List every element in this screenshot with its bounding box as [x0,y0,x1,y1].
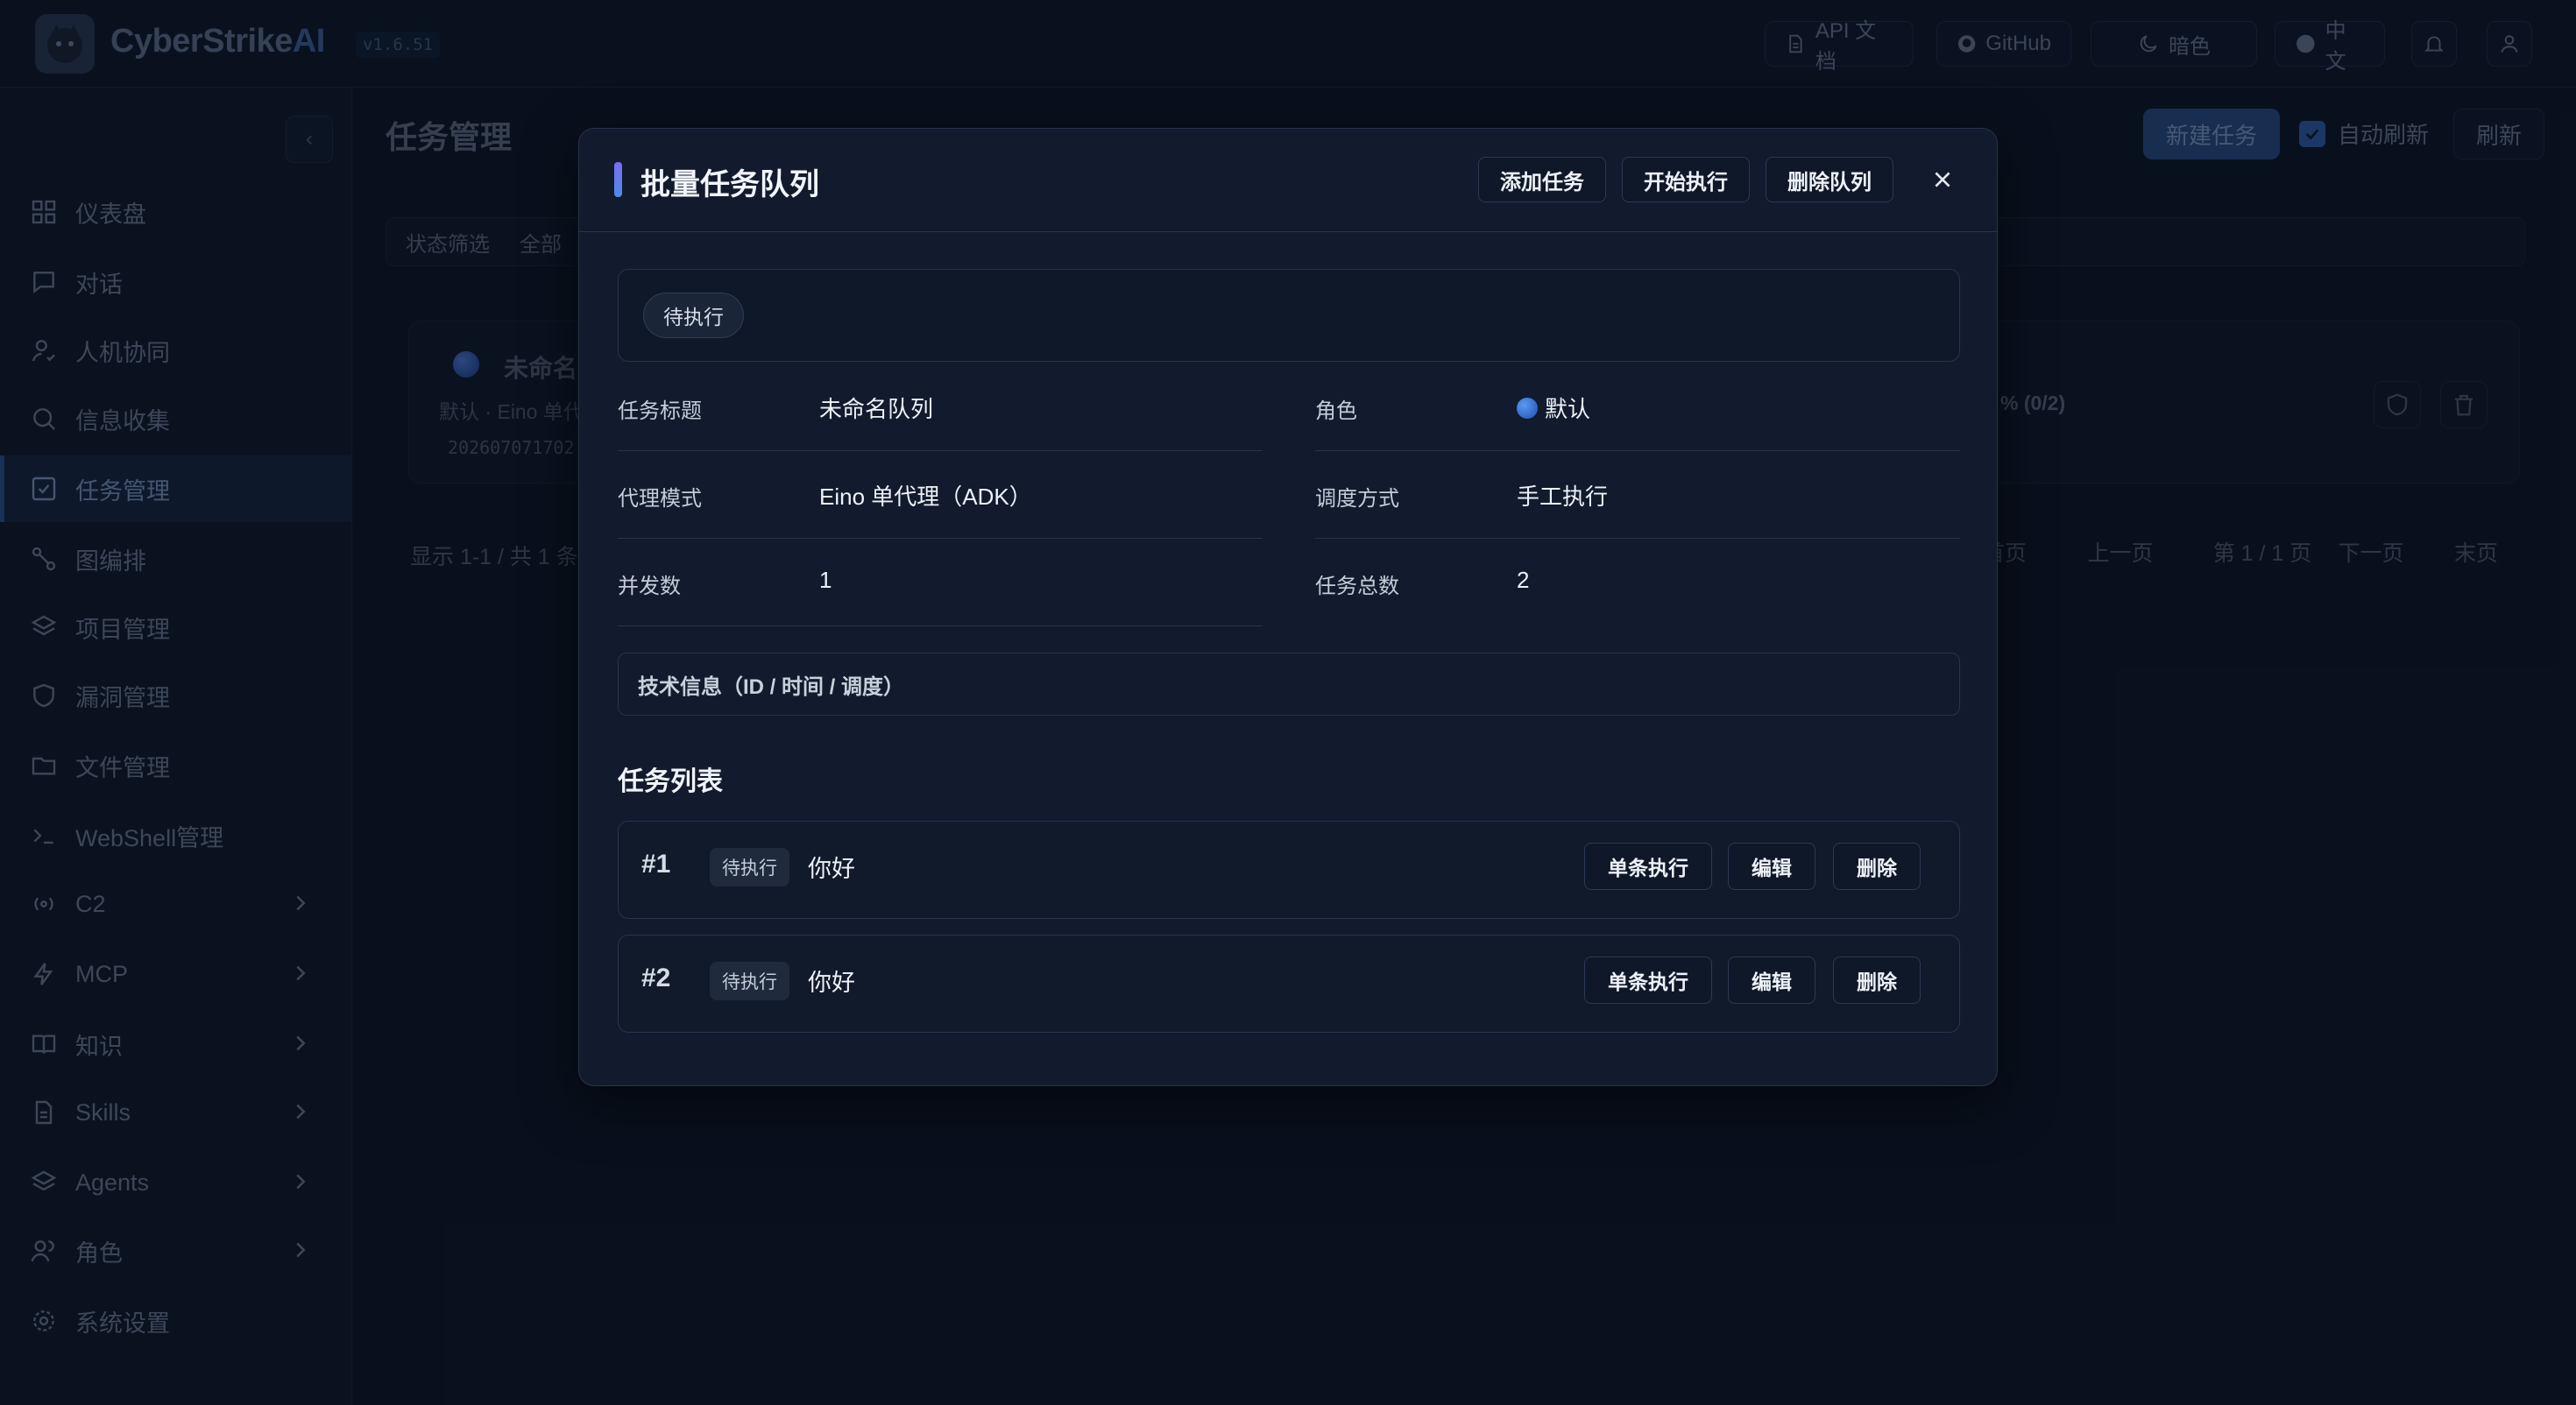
edit-task-button[interactable]: 编辑 [1728,957,1815,1004]
field-role: 角色 默认 [1315,364,1960,451]
title-accent-bar [614,162,622,197]
field-agent-mode: 代理模式 Eino 单代理（ADK） [618,451,1263,539]
add-task-button[interactable]: 添加任务 [1478,157,1606,202]
edit-task-button[interactable]: 编辑 [1728,843,1815,890]
task-text: 你好 [808,970,855,996]
field-value: Eino 单代理（ADK） [819,484,1032,510]
queue-status-badge: 待执行 [643,293,744,338]
tech-info-toggle[interactable]: 技术信息（ID / 时间 / 调度） [618,653,1960,716]
start-execution-button[interactable]: 开始执行 [1622,157,1750,202]
close-button[interactable] [1923,160,1962,199]
task-text: 你好 [808,856,855,882]
close-icon [1935,172,1950,187]
field-schedule: 调度方式 手工执行 [1315,451,1960,539]
task-number: #1 [641,850,671,879]
field-value: 1 [819,567,832,593]
field-value: 默认 [1517,392,1590,424]
task-list-item: #2 待执行 你好 单条执行 编辑 删除 [618,935,1960,1033]
run-single-button[interactable]: 单条执行 [1584,843,1712,890]
field-value: 未命名队列 [819,396,934,422]
field-value: 2 [1517,567,1530,593]
delete-queue-button[interactable]: 删除队列 [1766,157,1893,202]
field-label: 任务总数 [1315,575,1399,598]
modal-header: 批量任务队列 添加任务 开始执行 删除队列 [579,129,1997,232]
run-single-button[interactable]: 单条执行 [1584,957,1712,1004]
field-title: 任务标题 未命名队列 [618,364,1263,451]
field-concurrency: 并发数 1 [618,539,1263,626]
task-status-badge: 待执行 [710,848,789,886]
delete-task-button[interactable]: 删除 [1833,843,1921,890]
batch-queue-modal: 批量任务队列 添加任务 开始执行 删除队列 待执行 任务标题 未命名队列 角色 … [578,128,1998,1086]
task-list-item: #1 待执行 你好 单条执行 编辑 删除 [618,821,1960,919]
task-list-title: 任务列表 [618,767,723,796]
field-label: 角色 [1315,399,1357,423]
field-value: 手工执行 [1517,484,1609,510]
field-label: 代理模式 [618,487,702,511]
role-dot-icon [1517,397,1538,419]
queue-status-box: 待执行 [618,269,1960,362]
field-label: 调度方式 [1315,487,1399,511]
delete-task-button[interactable]: 删除 [1833,957,1921,1004]
task-number: #2 [641,964,671,992]
field-label: 并发数 [618,575,681,598]
role-value: 默认 [1545,396,1591,422]
field-label: 任务标题 [618,399,702,423]
modal-title: 批量任务队列 [640,168,819,201]
app-root: CyberStrikeAI v1.6.51 API 文档 GitHub 暗色 中… [0,0,2576,1405]
field-total: 任务总数 2 [1315,539,1960,626]
task-status-badge: 待执行 [710,962,789,1000]
